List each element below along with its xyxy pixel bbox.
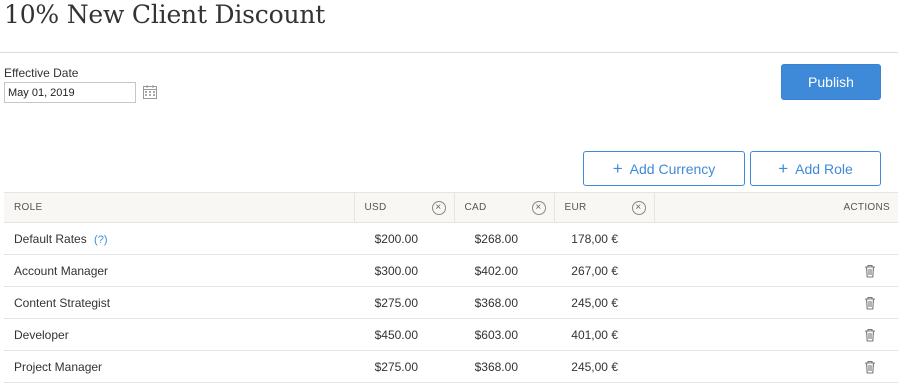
usd-header-label: USD [364,202,387,213]
table-row: Developer $450.00 $603.00 401,00 € [4,318,898,351]
remove-usd-icon[interactable]: × [431,201,446,215]
role-cell: Content Strategist [4,286,354,319]
actions-cell [654,286,898,319]
role-cell: Account Manager [4,254,354,287]
add-currency-label: Add Currency [629,160,716,177]
table-header-row: ROLE USD × CAD × EUR × ACTIONS [4,192,898,223]
trash-icon[interactable] [864,264,876,278]
cad-column-header: CAD × [453,192,554,223]
table-row: Content Strategist $275.00 $368.00 245,0… [4,286,898,319]
calendar-icon[interactable] [142,84,158,100]
usd-cell[interactable]: $450.00 [354,318,454,351]
role-cell: Project Manager [4,350,354,383]
actions-cell [654,318,898,351]
actions-cell [654,222,898,255]
eur-cell[interactable]: 401,00 € [554,318,654,351]
plus-icon: + [778,159,789,178]
effective-date-label: Effective Date [4,66,79,80]
actions-cell [654,254,898,287]
role-name: Default Rates [14,231,87,246]
remove-eur-icon[interactable]: × [631,201,646,215]
add-currency-button[interactable]: + Add Currency [583,151,745,186]
usd-cell[interactable]: $275.00 [354,286,454,319]
eur-cell[interactable]: 245,00 € [554,286,654,319]
table-row: Default Rates (?) $200.00 $268.00 178,00… [4,222,898,255]
eur-cell[interactable]: 245,00 € [554,350,654,383]
eur-cell[interactable]: 267,00 € [554,254,654,287]
usd-cell[interactable]: $300.00 [354,254,454,287]
eur-cell[interactable]: 178,00 € [554,222,654,255]
cad-cell[interactable]: $402.00 [454,254,554,287]
usd-cell[interactable]: $200.00 [354,222,454,255]
remove-cad-icon[interactable]: × [531,201,546,215]
table-row: Account Manager $300.00 $402.00 267,00 € [4,254,898,287]
eur-column-header: EUR × [553,192,654,223]
trash-icon[interactable] [864,360,876,374]
title-divider [0,52,898,53]
role-cell: Developer [4,318,354,351]
page-title: 10% New Client Discount [4,0,326,29]
add-role-button[interactable]: + Add Role [750,151,881,186]
rates-table: ROLE USD × CAD × EUR × ACTIONS Default R… [4,192,898,383]
add-role-label: Add Role [795,160,853,177]
actions-cell [654,350,898,383]
publish-button[interactable]: Publish [781,64,881,100]
cad-header-label: CAD [464,202,487,213]
usd-cell[interactable]: $275.00 [354,350,454,383]
cad-cell[interactable]: $368.00 [454,286,554,319]
usd-column-header: USD × [353,192,454,223]
help-link[interactable]: (?) [94,234,107,246]
cad-cell[interactable]: $368.00 [454,350,554,383]
role-cell: Default Rates (?) [4,222,354,255]
table-row: Project Manager $275.00 $368.00 245,00 € [4,350,898,383]
cad-cell[interactable]: $603.00 [454,318,554,351]
cad-cell[interactable]: $268.00 [454,222,554,255]
eur-header-label: EUR [564,202,587,213]
effective-date-input[interactable] [4,82,136,103]
trash-icon[interactable] [864,296,876,310]
plus-icon: + [612,159,623,178]
role-column-header: ROLE [4,192,354,223]
trash-icon[interactable] [864,328,876,342]
actions-column-header: ACTIONS [653,192,898,223]
